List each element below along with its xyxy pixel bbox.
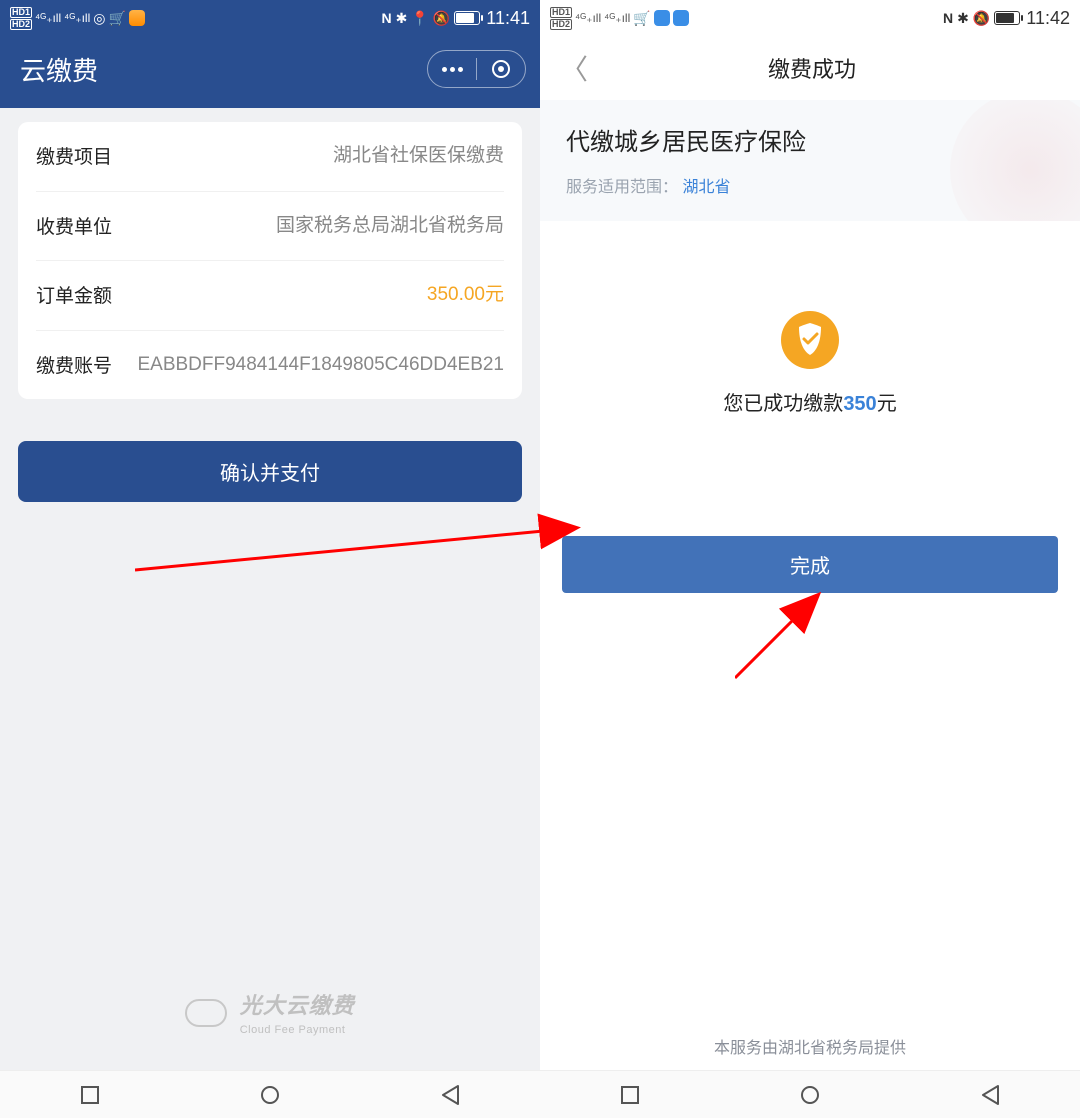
success-block: 您已成功缴款350元: [540, 311, 1080, 416]
cart-icon: 🛒: [633, 10, 650, 27]
success-shield-icon: [781, 311, 839, 369]
profile-icon: ◎: [93, 10, 105, 27]
nfc-icon: N: [943, 10, 953, 26]
value-amount: 350.00元: [136, 281, 504, 310]
app-title: 云缴费: [20, 51, 98, 88]
label-unit: 收费单位: [36, 212, 136, 239]
status-bar-right: HD1HD2 ⁴ᴳ₊ıll ⁴ᴳ₊ıll 🛒 N ✱ 🔕 11:42: [540, 0, 1080, 36]
recent-apps-button[interactable]: [621, 1086, 639, 1104]
cart-icon: 🛒: [108, 10, 125, 27]
status-bar-left: HD1HD2 ⁴ᴳ₊ıll ⁴ᴳ₊ıll ◎ 🛒 N ✱ 📍 🔕 11:41: [0, 0, 540, 36]
home-button[interactable]: [261, 1086, 279, 1104]
value-account: EABBDFF9484144F1849805C46DD4EB21: [136, 351, 504, 380]
row-account: 缴费账号 EABBDFF9484144F1849805C46DD4EB21: [36, 331, 504, 400]
row-amount: 订单金额 350.00元: [36, 261, 504, 331]
row-item: 缴费项目 湖北省社保医保缴费: [36, 122, 504, 192]
brand-footer: 光大云缴费 Cloud Fee Payment: [0, 988, 540, 1038]
battery-icon: [994, 11, 1020, 25]
confirm-pay-button[interactable]: 确认并支付: [18, 441, 522, 502]
android-nav-bar: [540, 1070, 1080, 1118]
signal-icon: ⁴ᴳ₊ıll: [604, 11, 630, 25]
service-provider-note: 本服务由湖北省税务局提供: [540, 1034, 1080, 1058]
weather-icon: [129, 10, 145, 26]
weather-icon: [654, 10, 670, 26]
battery-icon: [454, 11, 480, 25]
back-button[interactable]: [441, 1085, 459, 1105]
label-account: 缴费账号: [36, 351, 136, 378]
value-item: 湖北省社保医保缴费: [136, 142, 504, 171]
success-message: 您已成功缴款350元: [540, 387, 1080, 416]
home-button[interactable]: [801, 1086, 819, 1104]
value-unit: 国家税务总局湖北省税务局: [136, 212, 504, 241]
signal-icon: ⁴ᴳ₊ıll: [35, 11, 61, 25]
back-icon[interactable]: 〈: [554, 48, 594, 88]
recent-apps-button[interactable]: [81, 1086, 99, 1104]
scope-label: 服务适用范围：: [566, 179, 678, 196]
payment-detail-card: 缴费项目 湖北省社保医保缴费 收费单位 国家税务总局湖北省税务局 订单金额 35…: [18, 122, 522, 399]
banner-title: 代缴城乡居民医疗保险: [566, 122, 1054, 157]
clock: 11:42: [1026, 8, 1070, 29]
close-button[interactable]: [477, 51, 525, 87]
page-title: 缴费成功: [594, 52, 1066, 84]
nfc-icon: N: [382, 10, 392, 26]
mute-icon: 🔕: [973, 10, 990, 27]
scope-link[interactable]: 湖北省: [682, 179, 730, 196]
bluetooth-icon: ✱: [957, 10, 969, 27]
label-item: 缴费项目: [36, 142, 136, 169]
app-header: 云缴费: [0, 36, 540, 108]
android-nav-bar: [0, 1070, 540, 1118]
bluetooth-icon: ✱: [396, 10, 408, 27]
payment-confirm-screen: HD1HD2 ⁴ᴳ₊ıll ⁴ᴳ₊ıll ◎ 🛒 N ✱ 📍 🔕 11:41 云…: [0, 0, 540, 1118]
app-icon: [673, 10, 689, 26]
signal-icon: ⁴ᴳ₊ıll: [575, 11, 601, 25]
mute-icon: 🔕: [433, 10, 450, 27]
back-button[interactable]: [981, 1085, 999, 1105]
mini-program-capsule[interactable]: [427, 50, 526, 88]
page-header: 〈 缴费成功: [540, 36, 1080, 100]
service-banner: 代缴城乡居民医疗保险 服务适用范围： 湖北省: [540, 100, 1080, 221]
done-button[interactable]: 完成: [562, 536, 1058, 593]
more-button[interactable]: [428, 51, 476, 87]
clock: 11:41: [486, 8, 530, 29]
success-amount: 350: [843, 393, 876, 415]
location-icon: 📍: [411, 10, 428, 27]
cloud-icon: [185, 999, 227, 1027]
signal-icon: ⁴ᴳ₊ıll: [64, 11, 90, 25]
label-amount: 订单金额: [36, 281, 136, 308]
payment-success-screen: HD1HD2 ⁴ᴳ₊ıll ⁴ᴳ₊ıll 🛒 N ✱ 🔕 11:42 〈 缴费成…: [540, 0, 1080, 1118]
row-unit: 收费单位 国家税务总局湖北省税务局: [36, 192, 504, 262]
